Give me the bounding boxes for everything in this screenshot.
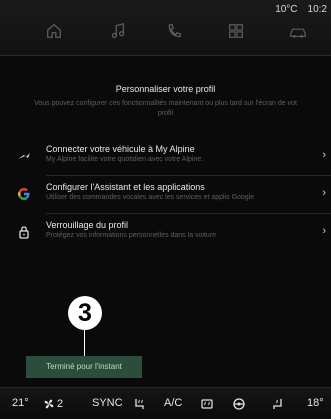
list-item-profile-lock[interactable]: Verrouillage du profil Protégez vos info… [0,216,331,248]
status-bar: 10°C 10:2 [275,2,327,18]
subtitle-line-2: profil [157,110,174,117]
chevron-right-icon: › [322,187,326,199]
seat-heating-right-icon[interactable] [270,397,284,414]
fan-icon [44,399,54,409]
list-item-title: Verrouillage du profil [46,220,129,230]
callout-pointer-line [84,330,85,356]
callout-number-badge: 3 [68,296,102,330]
clock: 10:2 [307,4,327,15]
steering-wheel-heating-icon[interactable] [232,397,246,414]
list-item-description: Protégez vos informations personnelles d… [46,232,217,239]
lock-icon [17,225,31,239]
done-for-now-button[interactable]: Terminé pour l'instant [26,356,142,378]
fan-speed-value: 2 [57,398,64,410]
divider [46,213,331,214]
passenger-temperature[interactable]: 18° [307,397,324,409]
google-g-icon [17,187,31,201]
ac-button[interactable]: A/C [164,397,182,409]
chevron-right-icon: › [322,149,326,161]
divider [46,175,331,176]
seat-heating-icon[interactable] [133,397,147,414]
alpine-logo-icon [17,149,31,163]
list-item-description: Utiliser des commandes vocales avec les … [46,194,255,201]
top-navigation-bar: 10°C 10:2 [0,0,331,56]
phone-icon[interactable] [164,22,184,40]
list-item-description: My Alpine facilite votre quotidien avec … [46,156,204,163]
list-item-title: Configurer l'Assistant et les applicatio… [46,182,205,192]
page-subtitle: Vous pouvez configurer ces fonctionnalit… [0,99,331,119]
music-note-icon[interactable] [108,22,128,40]
page-title: Personnaliser votre profil [115,84,216,94]
list-item-my-alpine[interactable]: Connecter votre véhicule à My Alpine My … [0,140,331,172]
profile-setup-screen: 10°C 10:2 Personnaliser votre profil Vou… [0,0,331,419]
rear-defrost-icon[interactable] [200,397,214,414]
apps-icon[interactable] [226,22,246,40]
sync-button[interactable]: SYNC [92,397,123,409]
subtitle-line-1: Vous pouvez configurer ces fonctionnalit… [34,100,297,107]
climate-control-bar: 21° 2 SYNC A/C 18° [0,387,331,419]
driver-temperature[interactable]: 21° [12,397,29,409]
outside-temperature: 10°C [275,4,298,15]
car-icon[interactable] [288,22,308,40]
list-item-title: Connecter votre véhicule à My Alpine [46,144,195,154]
home-icon[interactable] [44,22,64,40]
list-item-assistant-apps[interactable]: Configurer l'Assistant et les applicatio… [0,178,331,210]
fan-speed-control[interactable]: 2 [42,397,63,411]
chevron-right-icon: › [322,225,326,237]
